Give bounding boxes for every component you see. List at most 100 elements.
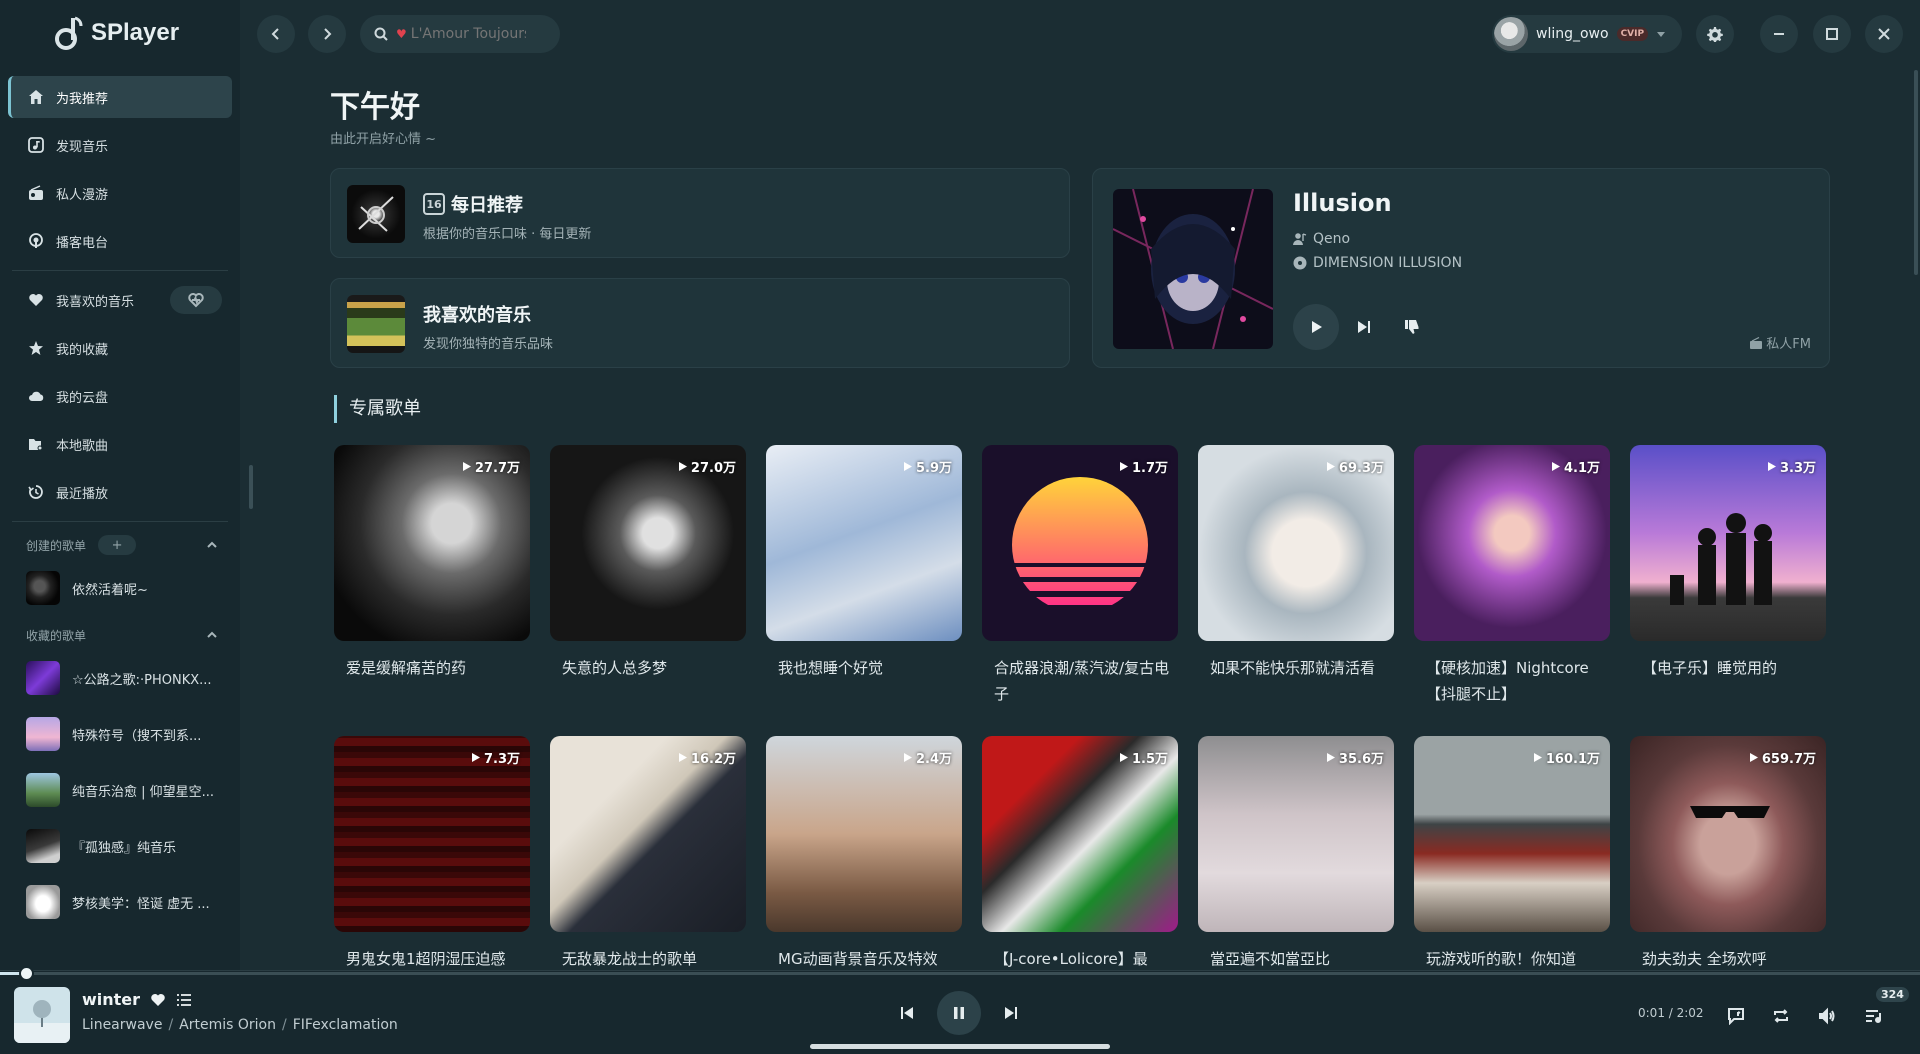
playlist-card[interactable]: 160.1万 玩游戏听的歌！你知道: [1414, 736, 1610, 972]
heartbeat-mode-button[interactable]: [170, 286, 222, 314]
playlist-add-icon[interactable]: [176, 992, 192, 1008]
artist-link[interactable]: Artemis Orion: [179, 1017, 276, 1033]
repeat-button[interactable]: [1769, 1004, 1793, 1028]
progress-track[interactable]: [0, 972, 1920, 975]
playlist-title: 如果不能快乐那就清活看: [1210, 659, 1376, 677]
collected-playlists-header[interactable]: 收藏的歌单: [8, 620, 232, 650]
playlist-label: 依然活着呢~: [72, 582, 148, 598]
sidebar-resize-handle[interactable]: [249, 465, 253, 509]
heart-icon[interactable]: [150, 992, 166, 1008]
created-playlists-header[interactable]: 创建的歌单 +: [8, 530, 232, 560]
close-button[interactable]: [1865, 15, 1903, 53]
artist-link[interactable]: Linearwave: [82, 1017, 162, 1033]
playlist-cover: 3.3万: [1630, 445, 1826, 641]
sidebar-item-label: 本地歌曲: [56, 438, 109, 454]
playlist-card[interactable]: 659.7万 劲夫劲夫 全场欢呼: [1630, 736, 1826, 972]
search-input[interactable]: [410, 26, 526, 42]
playlist-card[interactable]: 7.3万 男鬼女鬼1超阴湿压迫感: [334, 736, 530, 972]
fm-next-button[interactable]: [1351, 314, 1377, 340]
fm-song-title[interactable]: Illusion: [1293, 189, 1392, 217]
daily-title-text: 每日推荐: [451, 195, 523, 216]
sidebar-playlist-collected[interactable]: ☆公路之歌:·PHONKX...: [8, 650, 232, 706]
fm-album[interactable]: DIMENSION ILLUSION: [1293, 255, 1462, 271]
queue-count-badge: 324: [1876, 987, 1909, 1002]
play-small-icon: [903, 462, 912, 471]
sidebar-item-local[interactable]: 本地歌曲: [8, 423, 232, 465]
now-playing-title[interactable]: winter: [82, 990, 140, 1009]
collapse-collected-button[interactable]: [206, 629, 218, 641]
minimize-icon: [1774, 33, 1784, 35]
sidebar-divider: [12, 270, 228, 271]
playlist-card[interactable]: 2.4万 MG动画背景音乐及特效: [766, 736, 962, 972]
liked-title: 我喜欢的音乐: [423, 305, 531, 326]
daily-recommend-card[interactable]: 16 每日推荐 根据你的音乐口味 · 每日更新: [330, 168, 1070, 258]
calendar-icon: 16: [423, 193, 445, 215]
lyrics-button[interactable]: [1724, 1004, 1748, 1028]
search-box[interactable]: ♥: [360, 15, 560, 53]
music-logo-icon: [55, 16, 83, 50]
sidebar-item-recent[interactable]: 最近播放: [8, 471, 232, 513]
caret-down-icon: [1656, 29, 1666, 39]
queue-icon: [1866, 1010, 1881, 1023]
play-pause-button[interactable]: [937, 991, 981, 1035]
playlist-cover: 1.7万: [982, 445, 1178, 641]
sidebar-playlist-collected[interactable]: 纯音乐治愈 | 仰望星空...: [8, 762, 232, 818]
create-playlist-button[interactable]: +: [98, 535, 137, 555]
sidebar-item-recommend[interactable]: 为我推荐: [8, 76, 232, 118]
fm-dislike-button[interactable]: [1399, 314, 1425, 340]
playlist-card[interactable]: 4.1万 【硬核加速】Nightcore【抖腿不止】: [1414, 445, 1610, 707]
minimize-button[interactable]: [1760, 15, 1798, 53]
playlist-card[interactable]: 35.6万 當亞遍不如當亞比: [1198, 736, 1394, 972]
sidebar-item-liked[interactable]: 我喜欢的音乐: [8, 279, 232, 321]
artist-icon: [1293, 233, 1307, 245]
fm-artist[interactable]: Qeno: [1293, 231, 1350, 247]
sidebar-playlist-created[interactable]: 依然活着呢~: [8, 560, 232, 616]
playlist-card[interactable]: 27.0万 失意的人总多梦: [550, 445, 746, 681]
sidebar-item-podcast[interactable]: 播客电台: [8, 220, 232, 262]
playlist-title: 男鬼女鬼1超阴湿压迫感: [346, 950, 506, 968]
play-small-icon: [1533, 753, 1542, 762]
play-small-icon: [678, 753, 687, 762]
settings-button[interactable]: [1696, 15, 1734, 53]
queue-button[interactable]: [1861, 1004, 1885, 1028]
back-button[interactable]: [257, 15, 295, 53]
progress-handle[interactable]: [19, 966, 34, 981]
sidebar-item-cloud[interactable]: 我的云盘: [8, 375, 232, 417]
playlist-card[interactable]: 16.2万 无敌暴龙战士的歌单: [550, 736, 746, 972]
main-scrollbar[interactable]: [1914, 70, 1918, 275]
sidebar-playlist-collected[interactable]: 梦核美学：怪诞 虚无 ...: [8, 874, 232, 930]
sidebar-playlist-collected[interactable]: 『孤独感』纯音乐: [8, 818, 232, 874]
previous-button[interactable]: [895, 1001, 919, 1025]
fm-cover[interactable]: [1113, 189, 1273, 349]
close-icon: [1878, 28, 1890, 40]
radio-icon: [29, 185, 43, 200]
next-button[interactable]: [999, 1001, 1023, 1025]
sidebar-item-collection[interactable]: 我的收藏: [8, 327, 232, 369]
volume-button[interactable]: [1815, 1004, 1839, 1028]
sidebar-item-label: 发现音乐: [56, 139, 109, 155]
collapse-created-button[interactable]: [206, 539, 218, 551]
window-drag-bar[interactable]: [810, 1044, 1110, 1049]
maximize-button[interactable]: [1813, 15, 1851, 53]
sidebar-playlist-collected[interactable]: 特殊符号（搜不到系...: [8, 706, 232, 762]
playlist-card[interactable]: 69.3万 如果不能快乐那就清活看: [1198, 445, 1394, 681]
fm-play-button[interactable]: [1293, 304, 1339, 350]
sidebar-item-roam[interactable]: 私人漫游: [8, 172, 232, 214]
playback-time: 0:01 / 2:02: [1638, 1006, 1704, 1020]
sidebar-item-discover[interactable]: 发现音乐: [8, 124, 232, 166]
play-count: 16.2万: [678, 748, 736, 767]
app-logo[interactable]: SPlayer: [55, 16, 179, 50]
artist-link[interactable]: FIFexclamation: [293, 1017, 398, 1033]
playlist-card[interactable]: 1.7万 合成器浪潮/蒸汽波/复古电子: [982, 445, 1178, 707]
playlist-card[interactable]: 3.3万 【电子乐】睡觉用的: [1630, 445, 1826, 681]
forward-button[interactable]: [308, 15, 346, 53]
fm-label: 私人FM: [1750, 333, 1811, 352]
liked-music-card[interactable]: 我喜欢的音乐 发现你独特的音乐品味: [330, 278, 1070, 368]
play-small-icon: [1326, 462, 1335, 471]
playlist-card[interactable]: 1.5万 【J-core•Lolicore】最: [982, 736, 1178, 972]
now-playing-cover[interactable]: [14, 987, 70, 1043]
playlist-label: ☆公路之歌:·PHONKX...: [72, 672, 212, 688]
playlist-card[interactable]: 27.7万 爱是缓解痛苦的药: [334, 445, 530, 681]
playlist-card[interactable]: 5.9万 我也想睡个好觉: [766, 445, 962, 681]
user-menu[interactable]: wling_owo CVIP: [1492, 15, 1682, 53]
